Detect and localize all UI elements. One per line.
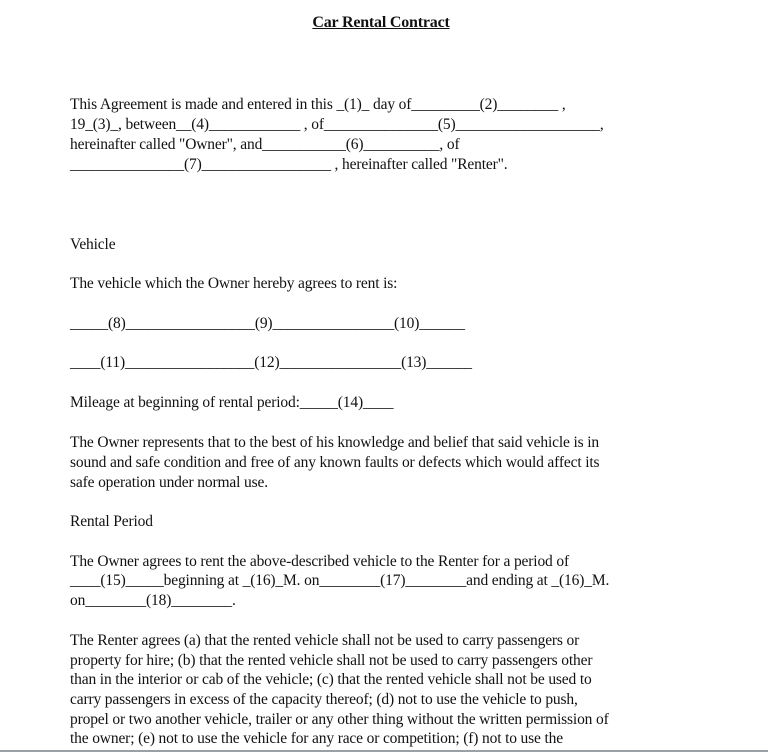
vehicle-blanks-row-2: ____(11)_________________(12)___________… xyxy=(70,354,472,371)
renter-agrees-line: The Renter agrees (a) that the rented ve… xyxy=(70,632,580,649)
agreement-line: _______________(7)_________________ , he… xyxy=(70,156,508,173)
condition-line: sound and safe condition and free of any… xyxy=(70,454,600,471)
vehicle-intro: The vehicle which the Owner hereby agree… xyxy=(70,275,398,292)
agreement-line: 19_(3)_, between__(4)____________ , of__… xyxy=(70,116,604,133)
rental-period-line: The Owner agrees to rent the above-descr… xyxy=(70,553,569,570)
vehicle-blanks-row-1: _____(8)_________________(9)____________… xyxy=(70,315,465,332)
rental-period-heading: Rental Period xyxy=(70,513,153,530)
renter-agrees-line: carry passengers in excess of the capaci… xyxy=(70,691,578,708)
document-page: Car Rental Contract This Agreement is ma… xyxy=(0,0,768,752)
document-title: Car Rental Contract xyxy=(312,14,450,31)
mileage-line: Mileage at beginning of rental period:__… xyxy=(70,394,394,411)
vehicle-heading: Vehicle xyxy=(70,236,116,253)
condition-line: The Owner represents that to the best of… xyxy=(70,434,599,451)
renter-agrees-line: than in the interior or cab of the vehic… xyxy=(70,671,592,688)
renter-agrees-line: propel or two another vehicle, trailer o… xyxy=(70,711,609,728)
renter-agrees-line: property for hire; (b) that the rented v… xyxy=(70,652,593,669)
agreement-line: hereinafter called "Owner", and_________… xyxy=(70,136,460,153)
renter-agrees-line: the owner; (e) not to use the vehicle fo… xyxy=(70,730,563,747)
rental-period-line: ____(15)_____beginning at _(16)_M. on___… xyxy=(70,572,610,589)
condition-line: safe operation under normal use. xyxy=(70,474,268,491)
agreement-line: This Agreement is made and entered in th… xyxy=(70,96,566,113)
rental-period-line: on________(18)________. xyxy=(70,592,236,609)
